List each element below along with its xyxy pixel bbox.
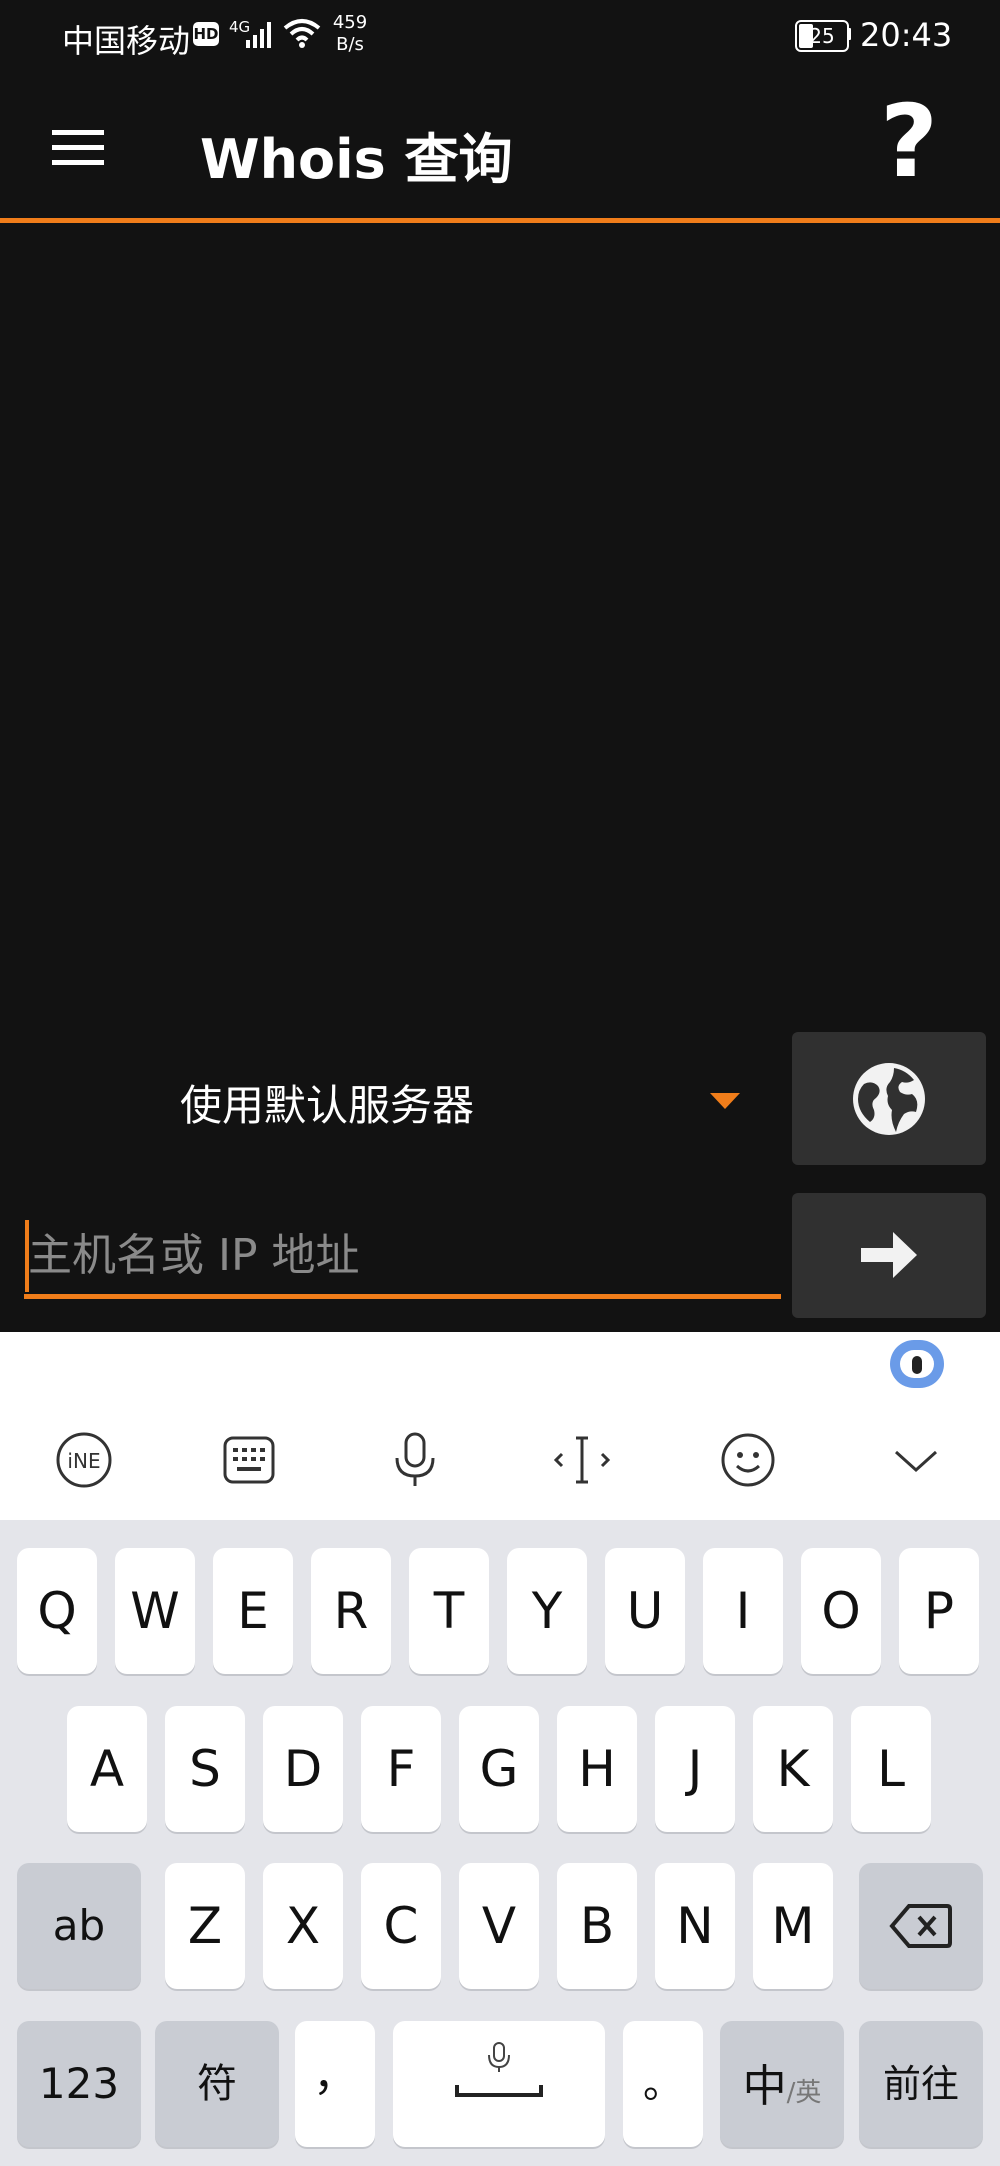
key-d[interactable]: D xyxy=(263,1706,343,1832)
ime-mascot-icon[interactable] xyxy=(890,1340,944,1388)
globe-icon xyxy=(853,1063,925,1135)
go-key[interactable]: 前往 xyxy=(859,2021,983,2147)
microphone-icon[interactable] xyxy=(385,1430,445,1490)
period-key[interactable]: 。 xyxy=(623,2021,703,2147)
battery-tip xyxy=(847,28,851,40)
text-cursor xyxy=(25,1220,29,1292)
key-q[interactable]: Q xyxy=(17,1548,97,1674)
backspace-key[interactable] xyxy=(859,1863,983,1989)
key-w[interactable]: W xyxy=(115,1548,195,1674)
arrow-right-icon xyxy=(861,1232,917,1278)
cursor-icon[interactable] xyxy=(552,1430,612,1490)
key-e[interactable]: E xyxy=(213,1548,293,1674)
key-o[interactable]: O xyxy=(801,1548,881,1674)
host-input[interactable] xyxy=(24,1215,785,1295)
hamburger-icon[interactable] xyxy=(52,130,104,166)
language-switch-key[interactable]: 中/英 xyxy=(720,2021,844,2147)
collapse-icon[interactable] xyxy=(886,1430,946,1490)
key-l[interactable]: L xyxy=(851,1706,931,1832)
key-t[interactable]: T xyxy=(409,1548,489,1674)
keyboard-icon[interactable] xyxy=(219,1430,279,1490)
key-p[interactable]: P xyxy=(899,1548,979,1674)
key-s[interactable]: S xyxy=(165,1706,245,1832)
keyboard-candidate-bar xyxy=(0,1332,1000,1402)
host-input-container xyxy=(24,1215,785,1299)
dropdown-arrow-icon[interactable] xyxy=(710,1093,740,1109)
key-c[interactable]: C xyxy=(361,1863,441,1989)
query-button[interactable] xyxy=(792,1193,986,1318)
key-m[interactable]: M xyxy=(753,1863,833,1989)
key-j[interactable]: J xyxy=(655,1706,735,1832)
key-f[interactable]: F xyxy=(361,1706,441,1832)
numbers-key[interactable]: 123 xyxy=(17,2021,141,2147)
key-i[interactable]: I xyxy=(703,1548,783,1674)
carrier-label: 中国移动 xyxy=(62,22,191,60)
key-u[interactable]: U xyxy=(605,1548,685,1674)
key-a[interactable]: A xyxy=(67,1706,147,1832)
symbols-key[interactable]: 符 xyxy=(155,2021,279,2147)
clock: 20:43 xyxy=(860,16,953,54)
key-v[interactable]: V xyxy=(459,1863,539,1989)
host-input-underline xyxy=(24,1294,781,1299)
server-dropdown[interactable]: 使用默认服务器 xyxy=(180,1072,474,1133)
svg-text:iNE: iNE xyxy=(67,1449,100,1473)
backspace-icon xyxy=(889,1904,952,1948)
shift-ab-key[interactable]: ab xyxy=(17,1863,141,1989)
key-r[interactable]: R xyxy=(311,1548,391,1674)
hd-badge: HD xyxy=(193,22,219,46)
net-speed: 459 B/s xyxy=(332,12,368,55)
signal-icon xyxy=(246,22,271,48)
key-x[interactable]: X xyxy=(263,1863,343,1989)
key-k[interactable]: K xyxy=(753,1706,833,1832)
comma-key[interactable]: ， xyxy=(295,2021,375,2147)
battery-icon: 25 xyxy=(795,20,849,52)
key-y[interactable]: Y xyxy=(507,1548,587,1674)
emoji-icon[interactable] xyxy=(718,1430,778,1490)
ime-logo-icon[interactable]: iNE xyxy=(54,1430,114,1490)
wifi-icon xyxy=(283,19,321,48)
select-server-button[interactable] xyxy=(792,1032,986,1165)
space-mic-icon xyxy=(455,2042,543,2097)
space-key[interactable] xyxy=(393,2021,605,2147)
app-bar-divider xyxy=(0,218,1000,223)
key-n[interactable]: N xyxy=(655,1863,735,1989)
help-icon[interactable]: ? xyxy=(880,92,938,192)
key-h[interactable]: H xyxy=(557,1706,637,1832)
keyboard-toolbar xyxy=(0,1402,1000,1520)
page-title: Whois 查询 xyxy=(200,128,513,191)
key-z[interactable]: Z xyxy=(165,1863,245,1989)
key-b[interactable]: B xyxy=(557,1863,637,1989)
key-g[interactable]: G xyxy=(459,1706,539,1832)
